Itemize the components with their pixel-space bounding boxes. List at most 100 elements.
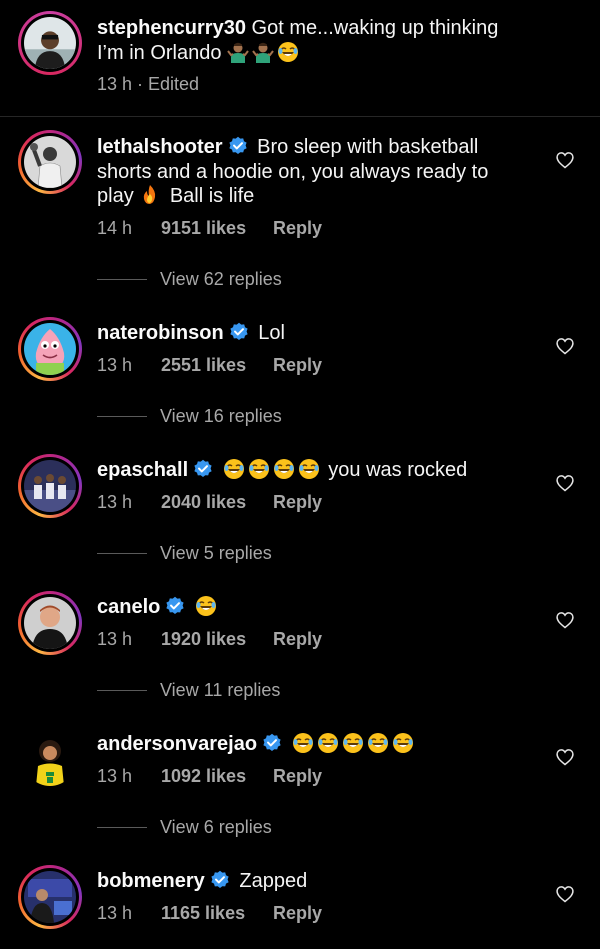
profile-photo-icon [24,460,76,512]
comment-username[interactable]: naterobinson [97,322,224,344]
laughing-icon [273,458,295,480]
view-replies-line [97,415,147,417]
like-heart-icon[interactable] [555,747,575,767]
laughing-icon [342,732,364,754]
view-replies-button[interactable]: View 5 replies [97,541,272,565]
likes-count[interactable]: 2551 likes [161,355,273,376]
avatar-bobmenery[interactable] [18,865,82,929]
comment-time: 13 h [97,766,133,786]
comment-time: 13 h [97,903,133,923]
shrug-man-icon [252,41,274,63]
comment-meta: 13 h 2040 likes Reply [97,492,322,513]
verified-badge-icon [228,136,248,156]
verified-badge-icon [193,459,213,479]
avatar-naterobinson[interactable] [18,317,82,381]
like-heart-icon[interactable] [555,150,575,170]
comment-text: naterobinson Lol [97,321,517,346]
avatar-canelo[interactable] [18,591,82,655]
comment-time: 13 h [97,629,133,649]
like-heart-icon[interactable] [555,473,575,493]
comment-meta: 14 h 9151 likes Reply [97,218,322,239]
caption-text: stephencurry30 Got me...waking up thinki… [97,16,517,65]
likes-count[interactable]: 2040 likes [161,492,273,513]
view-replies-label: View 5 replies [160,542,272,563]
view-replies-label: View 62 replies [160,268,282,289]
comment-username[interactable]: lethalshooter [97,136,223,158]
comment-text: lethalshooter Bro sleep with basketball … [97,135,517,209]
comment-meta: 13 h 2551 likes Reply [97,355,322,376]
laughing-icon [223,458,245,480]
comment-username[interactable]: andersonvarejao [97,733,257,755]
comment-username[interactable]: epaschall [97,459,188,481]
laughing-icon [317,732,339,754]
comment-username[interactable]: canelo [97,596,160,618]
laughing-icon [277,41,299,63]
view-replies-line [97,689,147,691]
reply-button[interactable]: Reply [273,355,322,376]
profile-photo-icon [24,17,76,69]
reply-button[interactable]: Reply [273,766,322,787]
profile-photo-icon [24,597,76,649]
comment-time: 13 h [97,492,133,512]
reply-button[interactable]: Reply [273,218,322,239]
view-replies-line [97,278,147,280]
profile-photo-icon [24,136,76,188]
laughing-icon [298,458,320,480]
post-caption: stephencurry30 Got me...waking up thinki… [0,0,600,115]
caption-username[interactable]: stephencurry30 [97,17,246,39]
reply-button[interactable]: Reply [273,629,322,650]
comment-text: bobmenery Zapped [97,869,517,894]
comment-text: epaschall you was rocked [97,458,517,483]
view-replies-button[interactable]: View 11 replies [97,678,280,702]
likes-count[interactable]: 1092 likes [161,766,273,787]
comment-username[interactable]: bobmenery [97,870,205,892]
view-replies-button[interactable]: View 16 replies [97,404,282,428]
profile-photo-icon [24,323,76,375]
view-replies-label: View 11 replies [160,679,281,700]
verified-badge-icon [165,596,185,616]
avatar-epaschall[interactable] [18,454,82,518]
view-replies-label: View 6 replies [160,816,272,837]
comment-body: you was rocked [328,459,468,481]
divider [0,116,600,117]
comment-meta: 13 h 1920 likes Reply [97,629,322,650]
likes-count[interactable]: 1920 likes [161,629,273,650]
reply-button[interactable]: Reply [273,492,322,513]
comment-time: 13 h [97,355,133,375]
avatar-lethalshooter[interactable] [18,130,82,194]
laughing-icon [195,595,217,617]
comment-time: 14 h [97,218,133,238]
shrug-man-icon [227,41,249,63]
laughing-icon [248,458,270,480]
laughing-icon [292,732,314,754]
comment-meta: 13 h 1092 likes Reply [97,766,322,787]
avatar-andersonvarejao[interactable] [18,728,82,792]
view-replies-label: View 16 replies [160,405,282,426]
view-replies-line [97,552,147,554]
avatar-stephencurry30[interactable] [18,11,82,75]
verified-badge-icon [229,322,249,342]
fire-icon [139,184,161,206]
verified-badge-icon [210,870,230,890]
comment-body: Lol [258,322,285,344]
view-replies-button[interactable]: View 6 replies [97,815,272,839]
likes-count[interactable]: 1165 likes [161,903,273,924]
like-heart-icon[interactable] [555,610,575,630]
laughing-icon [367,732,389,754]
profile-photo-icon [24,871,76,923]
comment-meta: 13 h 1165 likes Reply [97,903,322,924]
view-replies-button[interactable]: View 62 replies [97,267,282,291]
profile-photo-icon [24,734,76,786]
caption-meta: 13 h · Edited [97,74,200,94]
like-heart-icon[interactable] [555,884,575,904]
comment-text: canelo [97,595,517,620]
view-replies-line [97,826,147,828]
like-heart-icon[interactable] [555,336,575,356]
verified-badge-icon [262,733,282,753]
reply-button[interactable]: Reply [273,903,322,924]
laughing-icon [392,732,414,754]
likes-count[interactable]: 9151 likes [161,218,273,239]
comment-text: andersonvarejao [97,732,517,757]
comment-body-extra: Ball is life [169,185,255,207]
comment-body: Zapped [239,870,308,892]
